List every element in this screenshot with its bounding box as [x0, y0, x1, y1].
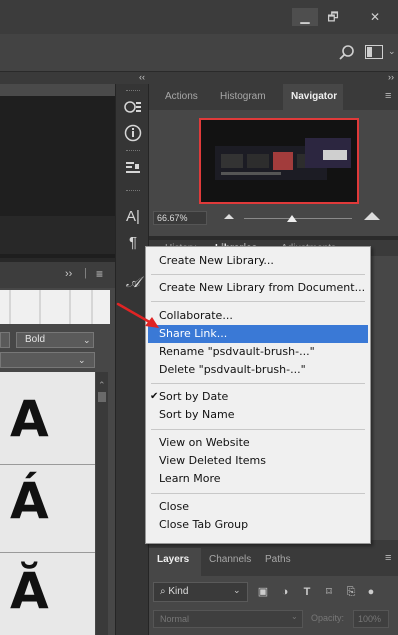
- navigator-preview-image: [201, 120, 357, 202]
- zoom-out-icon[interactable]: [224, 214, 234, 219]
- glyph-cell[interactable]: Á: [10, 472, 49, 530]
- menu-separator: [151, 274, 365, 275]
- menu-item-close-tab-group[interactable]: Close Tab Group: [148, 516, 368, 534]
- filter-kind-label: Kind: [168, 586, 189, 597]
- menu-item-rename-library[interactable]: Rename "psdvault-brush-...": [148, 343, 368, 361]
- panel-menu-icon[interactable]: ≡: [385, 552, 391, 564]
- checkmark-icon: ✔: [150, 391, 159, 402]
- blend-row: Normal ⌄ Opacity: 100%: [153, 610, 393, 630]
- menu-item-close[interactable]: Close: [148, 498, 368, 516]
- character-panel-header: ›› | ≡: [0, 262, 115, 288]
- menu-item-view-on-website[interactable]: View on Website: [148, 434, 368, 452]
- chevron-down-icon[interactable]: ⌄: [388, 46, 396, 57]
- tab-layers[interactable]: Layers: [157, 554, 189, 565]
- panel-menu-icon[interactable]: ≡: [96, 267, 103, 281]
- chevron-down-icon[interactable]: ⌄: [233, 585, 241, 596]
- pixel-filter-icon[interactable]: ▣: [255, 584, 271, 600]
- glyphs-panel-icon[interactable]: 𝒜: [122, 272, 144, 294]
- zoom-slider-handle[interactable]: [287, 215, 297, 222]
- document-ruler: [0, 84, 115, 96]
- panel-menu-icon[interactable]: ≡: [385, 90, 391, 102]
- panel-collapse-strip: ‹‹ ››: [0, 72, 398, 84]
- chevron-down-icon[interactable]: ⌄: [291, 612, 298, 621]
- navigator-preview[interactable]: [199, 118, 359, 204]
- canvas-divider: [0, 254, 115, 258]
- opacity-field[interactable]: 100%: [353, 610, 389, 628]
- shape-filter-icon[interactable]: ⌑: [321, 584, 337, 600]
- opacity-label: Opacity:: [311, 613, 345, 623]
- menu-item-share-link[interactable]: Share Link...: [148, 325, 368, 343]
- tab-navigator[interactable]: Navigator: [291, 91, 337, 102]
- title-bar: ▁ 🗗 ✕: [0, 0, 398, 34]
- layers-panel: Layers Channels Paths ≡ ⌕ Kind ⌄ ▣ ◑ T ⌑…: [149, 540, 398, 635]
- menu-item-create-new-library[interactable]: Create New Library...: [148, 252, 368, 270]
- layers-tab-bar: Layers Channels Paths ≡: [149, 540, 398, 576]
- workspace-icon[interactable]: [365, 45, 383, 59]
- menu-separator: [151, 493, 365, 494]
- menu-item-create-library-from-document[interactable]: Create New Library from Document...: [148, 279, 368, 297]
- chevron-down-icon[interactable]: ⌄: [83, 332, 91, 348]
- zoom-level-field[interactable]: 66.67%: [153, 211, 207, 225]
- minimize-button[interactable]: ▁: [292, 8, 318, 26]
- scrollbar-thumb[interactable]: [98, 392, 106, 402]
- font-style-row: Bold ⌄: [0, 332, 115, 348]
- expand-panel-icon[interactable]: ››: [65, 268, 72, 280]
- search-icon[interactable]: [338, 44, 356, 62]
- navigator-tab-bar: Actions Histogram Navigator ≡: [149, 84, 398, 110]
- collapse-right-icon[interactable]: ››: [388, 72, 394, 82]
- chevron-down-icon[interactable]: ⌄: [78, 352, 86, 368]
- filter-toggle-icon[interactable]: ●: [363, 584, 379, 600]
- maximize-button[interactable]: 🗗: [320, 8, 346, 26]
- glyph-scrollbar[interactable]: [96, 372, 108, 635]
- header-separator: |: [84, 267, 87, 279]
- menu-separator: [151, 429, 365, 430]
- menu-item-label: Sort by Date: [159, 390, 229, 403]
- menu-separator: [151, 301, 365, 302]
- annotation-arrow: [116, 302, 159, 328]
- adjustment-filter-icon[interactable]: ◑: [277, 584, 293, 600]
- menu-item-delete-library[interactable]: Delete "psdvault-brush-...": [148, 361, 368, 379]
- glyph-divider: [0, 464, 95, 465]
- grip-icon[interactable]: [126, 150, 140, 152]
- navigator-zoom-bar: 66.67%: [149, 208, 398, 228]
- libraries-context-menu: Create New Library... Create New Library…: [145, 246, 371, 544]
- font-grid-lines: [9, 290, 93, 324]
- font-family-dropdown-caret[interactable]: [0, 332, 10, 348]
- navigator-panel: Actions Histogram Navigator ≡ 66.67%: [149, 84, 398, 236]
- panel-icon-strip: A| ¶ 𝒜: [115, 84, 149, 635]
- tab-actions[interactable]: Actions: [165, 91, 198, 102]
- scroll-up-icon[interactable]: ⌃: [98, 380, 106, 391]
- menu-item-learn-more[interactable]: Learn More: [148, 470, 368, 488]
- glyph-cell[interactable]: Ă: [10, 562, 49, 620]
- smart-object-filter-icon[interactable]: ⎘: [343, 584, 359, 600]
- glyph-preview: A Á Ă: [0, 372, 95, 635]
- tab-histogram[interactable]: Histogram: [220, 91, 266, 102]
- info-icon[interactable]: [122, 122, 144, 144]
- paragraph-panel-icon[interactable]: ¶: [122, 232, 144, 254]
- menu-separator: [151, 383, 365, 384]
- close-button[interactable]: ✕: [362, 8, 388, 26]
- blend-mode-dropdown[interactable]: Normal: [153, 610, 303, 628]
- menu-item-view-deleted-items[interactable]: View Deleted Items: [148, 452, 368, 470]
- grip-icon[interactable]: [126, 90, 140, 92]
- zoom-in-icon[interactable]: [364, 212, 380, 220]
- glyph-divider: [0, 552, 95, 553]
- grip-icon[interactable]: [126, 190, 140, 192]
- zoom-slider-track[interactable]: [244, 218, 352, 219]
- layer-filter-row: ⌕ Kind ⌄ ▣ ◑ T ⌑ ⎘ ●: [153, 582, 393, 604]
- character-panel-icon[interactable]: A|: [122, 206, 144, 228]
- document-canvas[interactable]: [0, 96, 115, 216]
- menu-item-collaborate[interactable]: Collaborate...: [148, 307, 368, 325]
- tab-paths[interactable]: Paths: [265, 554, 291, 565]
- glyph-cell[interactable]: A: [10, 390, 49, 448]
- options-bar: ⌄: [0, 34, 398, 72]
- properties-icon[interactable]: [122, 156, 144, 178]
- type-filter-icon[interactable]: T: [299, 584, 315, 600]
- actions-icon[interactable]: [122, 96, 144, 118]
- collapse-left-icon[interactable]: ‹‹: [139, 72, 145, 82]
- menu-item-sort-by-date[interactable]: ✔ Sort by Date: [148, 388, 368, 406]
- menu-item-sort-by-name[interactable]: Sort by Name: [148, 406, 368, 424]
- tab-channels[interactable]: Channels: [209, 554, 251, 565]
